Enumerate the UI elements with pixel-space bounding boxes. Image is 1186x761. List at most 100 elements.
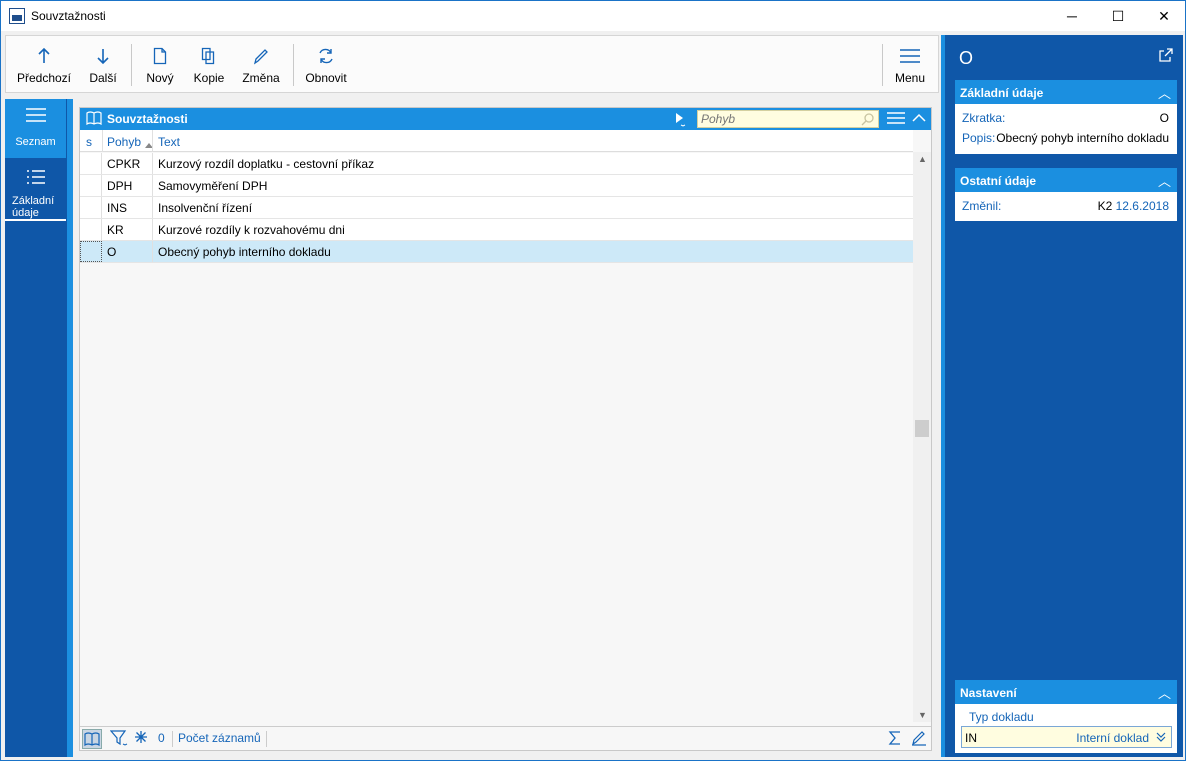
grid-panel: Souvztažnosti s Pohyb	[79, 107, 932, 751]
cell-text: Kurzové rozdíly k rozvahovému dni	[158, 223, 345, 237]
edit-button[interactable]: Změna	[238, 36, 284, 92]
column-divider	[152, 197, 153, 218]
toolbar-separator	[293, 44, 294, 86]
table-row[interactable]: INS Insolvenční řízení	[80, 197, 913, 219]
section-zakladni-udaje: Základní údaje ︿ Zkratka: O Popis: Obecn…	[955, 80, 1177, 154]
chevron-up-icon[interactable]: ︿	[1158, 683, 1171, 702]
changed-by-user: K2	[1097, 199, 1113, 213]
nav-item-seznam[interactable]: Seznam	[5, 99, 66, 158]
section-title: Ostatní údaje	[960, 174, 1037, 188]
scrollbar-thumb[interactable]	[915, 420, 929, 437]
field-typ-dokladu: Typ dokladu IN Interní doklad	[955, 704, 1177, 753]
minimize-button[interactable]: ─	[1049, 1, 1095, 31]
table-row-selected[interactable]: O Obecný pohyb interního dokladu	[80, 241, 913, 263]
cell-pohyb: INS	[107, 201, 128, 215]
row-selector[interactable]	[80, 197, 102, 218]
cell-pohyb: O	[107, 245, 117, 259]
chevron-up-icon[interactable]: ︿	[1158, 171, 1171, 190]
filter-icon[interactable]	[109, 729, 128, 750]
search-icon[interactable]	[861, 112, 875, 129]
field-label: Změnil:	[962, 199, 1002, 213]
dropdown-icon[interactable]	[1155, 730, 1167, 745]
cell-text: Samovyměření DPH	[158, 179, 268, 193]
snowflake-icon[interactable]	[134, 730, 148, 747]
row-selector[interactable]	[80, 153, 102, 174]
column-divider	[152, 241, 153, 262]
pencil-icon[interactable]	[911, 730, 927, 749]
vertical-scrollbar[interactable]: ▲ ▼	[913, 152, 931, 722]
grid-title: Souvztažnosti	[107, 112, 188, 126]
document-type-select[interactable]: IN Interní doklad	[961, 726, 1172, 748]
scroll-up-icon[interactable]: ▲	[918, 154, 927, 164]
column-divider	[152, 175, 153, 196]
maximize-button[interactable]: ☐	[1095, 1, 1141, 31]
left-navigation: Seznam Základní údaje	[5, 99, 67, 757]
column-header-pohyb[interactable]: Pohyb	[107, 135, 141, 149]
section-header[interactable]: Ostatní údaje ︿	[955, 168, 1177, 192]
table-row[interactable]: DPH Samovyměření DPH	[80, 175, 913, 197]
grid-header: Souvztažnosti	[80, 108, 931, 130]
search-field[interactable]	[697, 110, 879, 128]
scroll-down-icon[interactable]: ▼	[918, 710, 927, 720]
previous-button[interactable]: Předchozí	[14, 36, 74, 92]
row-selector[interactable]	[80, 175, 102, 196]
close-button[interactable]: ✕	[1141, 1, 1186, 31]
field-label: Popis:	[962, 131, 996, 145]
list-icon	[26, 169, 46, 188]
table-row[interactable]: CPKR Kurzový rozdíl doplatku - cestovní …	[80, 153, 913, 175]
table-row[interactable]: KR Kurzové rozdíly k rozvahovému dni	[80, 219, 913, 241]
cell-text: Obecný pohyb interního dokladu	[158, 245, 331, 259]
grid-footer: 0 Počet záznamů	[80, 726, 931, 750]
cell-text: Kurzový rozdíl doplatku - cestovní příka…	[158, 157, 375, 171]
detail-title: O	[959, 48, 974, 68]
section-ostatni-udaje: Ostatní údaje ︿ Změnil: K2 12.6.2018	[955, 168, 1177, 221]
chevron-up-icon[interactable]	[912, 112, 926, 127]
cell-pohyb: DPH	[107, 179, 133, 193]
chevron-up-icon[interactable]: ︿	[1158, 83, 1171, 102]
popout-icon[interactable]	[1159, 48, 1173, 65]
book-icon[interactable]	[86, 111, 102, 126]
section-nastaveni: Nastavení ︿ Typ dokladu IN Interní dokla…	[955, 680, 1177, 753]
hamburger-icon[interactable]	[886, 111, 906, 128]
footer-divider	[266, 731, 267, 747]
search-input[interactable]	[698, 111, 858, 127]
sum-icon[interactable]	[888, 730, 902, 749]
new-button[interactable]: Nový	[142, 36, 178, 92]
section-header[interactable]: Nastavení ︿	[955, 680, 1177, 704]
arrow-up-icon	[37, 44, 51, 68]
field-label: Zkratka:	[962, 111, 1006, 125]
menu-button[interactable]: Menu	[890, 36, 930, 92]
field-value: K2 12.6.2018	[1098, 199, 1169, 213]
field-value: O	[1159, 111, 1169, 125]
record-count-value: 0	[158, 731, 165, 745]
row-selector[interactable]	[80, 219, 102, 240]
field-label: Typ dokladu	[969, 710, 1034, 724]
changed-date: 12.6.2018	[1115, 199, 1169, 213]
book-icon[interactable]	[82, 729, 102, 749]
column-divider	[152, 153, 153, 174]
grid-rows: CPKR Kurzový rozdíl doplatku - cestovní …	[80, 153, 913, 263]
row-selector[interactable]	[80, 241, 102, 262]
document-type-code: IN	[965, 731, 977, 745]
app-logo-icon	[9, 8, 25, 24]
nav-item-zakladni-udaje[interactable]: Základní údaje	[5, 161, 66, 221]
pencil-icon	[253, 44, 269, 68]
window-title: Souvztažnosti	[31, 9, 106, 23]
next-button[interactable]: Další	[84, 36, 122, 92]
column-divider	[152, 219, 153, 240]
record-count-label[interactable]: Počet záznamů	[178, 731, 261, 745]
column-header-s[interactable]: s	[86, 135, 92, 149]
column-divider	[102, 130, 103, 152]
play-icon[interactable]	[674, 111, 686, 130]
cell-pohyb: KR	[107, 223, 124, 237]
section-header[interactable]: Základní údaje ︿	[955, 80, 1177, 104]
toolbar-separator	[882, 44, 883, 86]
field-zkratka: Zkratka: O	[955, 107, 1177, 127]
refresh-button[interactable]: Obnovit	[302, 36, 350, 92]
copy-button[interactable]: Kopie	[190, 36, 228, 92]
field-zmenil: Změnil: K2 12.6.2018	[955, 195, 1177, 215]
section-title: Nastavení	[960, 686, 1017, 700]
section-title: Základní údaje	[960, 86, 1044, 100]
column-header-text[interactable]: Text	[158, 135, 180, 149]
field-value: Obecný pohyb interního dokladu	[996, 131, 1169, 145]
